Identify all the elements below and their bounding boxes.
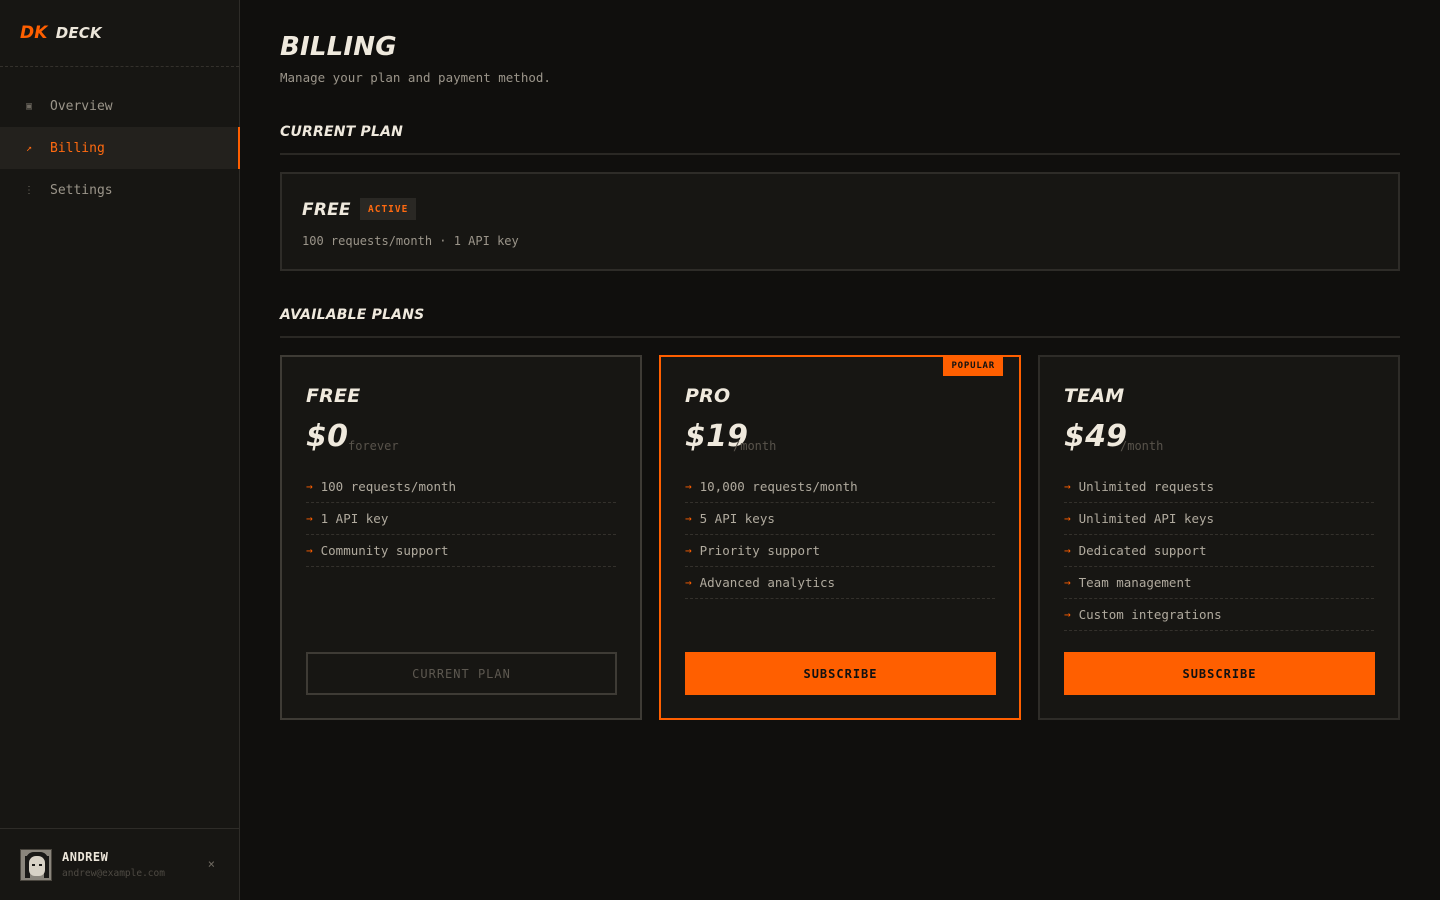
plan-name: PRO — [685, 385, 731, 407]
logout-icon[interactable]: × — [208, 857, 215, 871]
plan-name: FREE — [306, 385, 361, 407]
arrow-right-icon: → — [685, 544, 692, 557]
plan-period: forever — [348, 439, 399, 453]
divider — [280, 336, 1400, 338]
grid-icon: ▣ — [25, 100, 33, 112]
available-plans-heading: AVAILABLE PLANS — [280, 307, 425, 323]
list-item: → Dedicated support — [1064, 535, 1374, 567]
list-item: → 5 API keys — [685, 503, 995, 535]
user-panel: ANDREW andrew@example.com × — [0, 828, 239, 900]
brand-name: DECK — [55, 24, 102, 42]
sidebar-item-billing[interactable]: ↗ Billing — [0, 127, 240, 169]
plan-period: /month — [733, 439, 777, 453]
arrow-right-icon: → — [1064, 512, 1071, 525]
sidebar: DK DECK ▣ Overview ↗ Billing ⋮ Settings … — [0, 0, 240, 900]
arrow-right-icon: → — [306, 512, 313, 525]
sidebar-item-label: Overview — [50, 98, 113, 114]
current-plan-heading: CURRENT PLAN — [280, 124, 404, 140]
list-item: → Community support — [306, 535, 616, 567]
feature-list: → 10,000 requests/month → 5 API keys → Prio… — [685, 471, 995, 599]
arrow-right-icon: → — [306, 480, 313, 493]
arrow-right-icon: → — [685, 480, 692, 493]
list-item: → 1 API key — [306, 503, 616, 535]
sidebar-item-overview[interactable]: ▣ Overview — [0, 85, 239, 127]
sidebar-nav: ▣ Overview ↗ Billing ⋮ Settings — [0, 67, 240, 211]
list-item: → Custom integrations — [1064, 599, 1374, 631]
popular-badge: POPULAR — [943, 356, 1003, 376]
divider — [280, 153, 1400, 155]
brand-mark: DK — [20, 23, 48, 43]
list-item: → Team management — [1064, 567, 1374, 599]
arrow-right-icon: → — [685, 512, 692, 525]
plan-period: /month — [1120, 439, 1164, 453]
page-title: BILLING — [280, 32, 397, 62]
sidebar-item-label: Settings — [50, 182, 113, 198]
subscribe-team-button[interactable]: SUBSCRIBE — [1064, 652, 1375, 695]
arrow-right-icon: → — [1064, 576, 1071, 589]
list-item: → 10,000 requests/month — [685, 471, 995, 503]
list-item: → Unlimited requests — [1064, 471, 1374, 503]
plan-price: $49 — [1064, 419, 1128, 454]
brand-logo[interactable]: DK DECK — [0, 0, 239, 67]
plan-name: TEAM — [1064, 385, 1125, 407]
list-item: → Unlimited API keys — [1064, 503, 1374, 535]
plan-card-pro: POPULAR PRO $19 /month → 10,000 requests/… — [659, 355, 1021, 720]
list-item: → 100 requests/month — [306, 471, 616, 503]
dots-vertical-icon: ⋮ — [24, 184, 34, 196]
list-item: → Priority support — [685, 535, 995, 567]
user-name: ANDREW — [62, 850, 109, 864]
arrow-right-icon: → — [685, 576, 692, 589]
user-email: andrew@example.com — [62, 868, 165, 879]
current-plan-details: 100 requests/month · 1 API key — [302, 234, 519, 248]
page-subtitle: Manage your plan and payment method. — [280, 70, 551, 85]
plan-card-free: FREE $0 forever → 100 requests/month → 1 A… — [280, 355, 642, 720]
arrow-right-icon: → — [1064, 480, 1071, 493]
current-plan-card: FREE ACTIVE 100 requests/month · 1 API k… — [280, 172, 1400, 271]
arrow-up-right-icon: ↗ — [25, 142, 33, 154]
arrow-right-icon: → — [1064, 608, 1071, 621]
plan-card-team: TEAM $49 /month → Unlimited requests → Unl… — [1038, 355, 1400, 720]
sidebar-item-settings[interactable]: ⋮ Settings — [0, 169, 239, 211]
list-item: → Advanced analytics — [685, 567, 995, 599]
arrow-right-icon: → — [306, 544, 313, 557]
current-plan-name: FREE — [302, 200, 351, 220]
arrow-right-icon: → — [1064, 544, 1071, 557]
avatar[interactable] — [20, 848, 52, 881]
current-plan-button[interactable]: CURRENT PLAN — [306, 652, 617, 695]
plan-price: $0 — [306, 419, 349, 454]
status-badge: ACTIVE — [360, 198, 417, 220]
feature-list: → 100 requests/month → 1 API key → Communit… — [306, 471, 616, 567]
subscribe-pro-button[interactable]: SUBSCRIBE — [685, 652, 996, 695]
feature-list: → Unlimited requests → Unlimited API keys … — [1064, 471, 1374, 631]
sidebar-item-label: Billing — [50, 140, 105, 156]
